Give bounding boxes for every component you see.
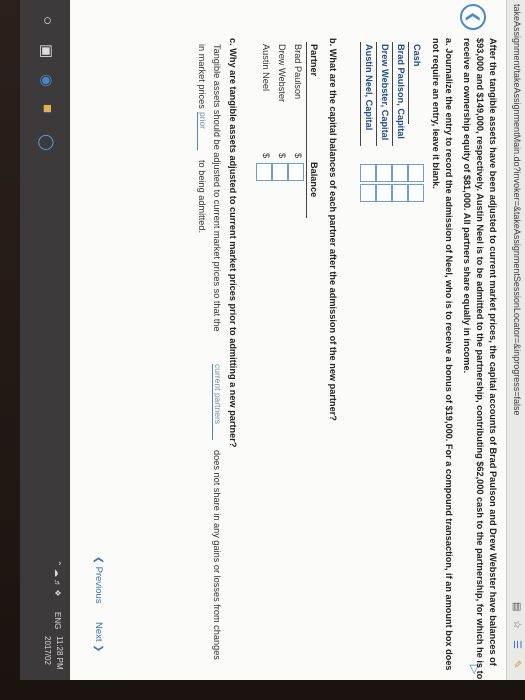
previous-button[interactable]: ❮ Previous [93,556,104,604]
clock-time[interactable]: 11:28 PM [55,636,64,670]
laptop-screen: takeAssignment/takeAssignmentMain.do?inv… [20,0,525,680]
edge-browser-icon[interactable]: ◉ [38,74,56,87]
balance-input-paulson[interactable] [288,163,304,181]
currency-symbol: $ [293,153,303,159]
partner-name: Drew Webster [277,44,287,103]
part-c-answer-text: Tangible assets should be adjusted to cu… [212,44,222,332]
file-explorer-icon[interactable]: ■ [39,104,56,113]
photo-frame: takeAssignment/takeAssignmentMain.do?inv… [0,0,525,700]
journal-divider [360,42,361,146]
windows-taskbar: ○ ▣ ◉ ■ ◯ ⌃ ☁ ♬ ❖ ENG 11:28 PM 2017/02 [20,0,70,680]
journal-account-cash: Cash [412,44,422,67]
debit-input-paulson[interactable] [392,164,408,182]
next-button[interactable]: Next ❯ [93,622,104,652]
chrome-icon[interactable]: ◯ [38,134,56,151]
task-view-icon[interactable]: ▣ [38,44,56,58]
debit-input-neel[interactable] [360,164,376,182]
address-bar[interactable]: takeAssignment/takeAssignmentMain.do?inv… [506,0,525,680]
intro-text-line2: $93,000 and $149,000, respectively. Aust… [475,38,485,680]
journal-divider [408,42,409,124]
currency-symbol: $ [261,153,271,159]
previous-arrow-button[interactable]: ❮ [460,4,486,30]
part-b-question: b. What are the capital balances of each… [328,38,338,421]
tray-icons[interactable]: ⌃ ☁ ♬ ❖ [53,560,62,597]
part-c-question: c. Why are tangible assets adjusted to c… [228,38,238,448]
intro-text-line1: After the tangible assets have been adju… [488,38,498,666]
debit-input-webster[interactable] [376,164,392,182]
part-c-answer-text: does not share in any gains or losses fr… [212,450,222,660]
journal-account-paulson: Brad Paulson, Capital [396,44,406,139]
balance-input-webster[interactable] [272,163,288,181]
partner-name: Austin Neel [261,44,271,91]
credit-input-neel[interactable] [360,184,376,202]
url-text: takeAssignment/takeAssignmentMain.do?inv… [512,4,522,416]
partner-column-header: Partner [309,44,319,77]
part-c-answer-text: to being admitted. [197,160,207,234]
journal-divider [392,42,393,146]
journal-divider [376,42,377,146]
credit-input-paulson[interactable] [392,184,408,202]
part-a-line1: a. Journalize the entry to record the ad… [444,38,454,671]
balance-column-header: Balance [309,162,319,198]
clock-date[interactable]: 2017/02 [43,636,52,665]
intro-text-line3: receive an ownership equity of $81,000. … [462,38,472,374]
journal-account-neel: Austin Neel, Capital [364,44,374,131]
part-a-line2: not require an entry, leave it blank. [431,38,441,189]
partner-name: Brad Paulson [293,44,303,100]
dropdown-timing[interactable]: prior [197,112,208,150]
search-circle-icon[interactable]: ○ [39,16,56,25]
hub-icon[interactable]: ☰ [511,640,522,649]
notes-icon[interactable]: ✎ [511,660,522,668]
reader-icon[interactable]: ▤ [511,602,522,611]
debit-input-cash[interactable] [408,164,424,182]
chevron-left-icon: ❮ [93,556,104,564]
chevron-right-icon: ❯ [93,644,104,653]
header-divider [306,42,307,218]
balance-input-neel[interactable] [256,163,272,181]
credit-input-cash[interactable] [408,184,424,202]
credit-input-webster[interactable] [376,184,392,202]
language-indicator[interactable]: ENG [53,612,62,629]
currency-symbol: $ [277,153,287,159]
dropdown-who-shares[interactable]: current partners [212,364,223,440]
assignment-content: ❮ ▷ After the tangible assets have been … [71,0,506,680]
journal-account-webster: Drew Webster, Capital [380,44,390,141]
part-c-answer-text: in market prices [197,44,207,109]
favorite-star-icon[interactable]: ☆ [511,620,522,629]
